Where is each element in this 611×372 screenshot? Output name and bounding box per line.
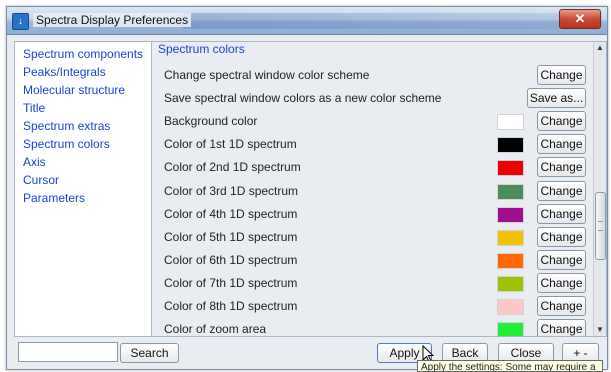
background-window-ghost: [182, 13, 602, 29]
sidebar-item-spectrum-colors[interactable]: Spectrum colors: [23, 135, 151, 153]
section-title: Spectrum colors: [158, 42, 245, 56]
sidebar-item-title[interactable]: Title: [23, 99, 151, 117]
color-swatch: [497, 252, 524, 269]
sidebar-item-axis[interactable]: Axis: [23, 153, 151, 171]
setting-label: Color of zoom area: [164, 322, 267, 337]
setting-row: Color of 3rd 1D spectrum Change: [152, 180, 592, 203]
scroll-thumb[interactable]: [595, 192, 606, 260]
setting-label: Background color: [164, 114, 258, 129]
change-button[interactable]: Change: [537, 296, 586, 316]
scroll-up-icon[interactable]: ▲: [594, 42, 606, 54]
color-swatch: [497, 299, 524, 315]
grip-icon: [598, 221, 603, 231]
color-swatch: [497, 183, 524, 200]
setting-label: Color of 7th 1D spectrum: [164, 275, 298, 290]
setting-label: Change spectral window color scheme: [164, 68, 370, 82]
sidebar-item-cursor[interactable]: Cursor: [23, 171, 151, 189]
search-button[interactable]: Search: [120, 343, 179, 363]
sidebar-item-spectrum-extras[interactable]: Spectrum extras: [23, 117, 151, 135]
change-button[interactable]: Change: [537, 203, 586, 224]
apply-tooltip: Apply the settings: Some may require a: [417, 360, 603, 372]
search-input[interactable]: [18, 342, 118, 362]
preferences-window: ↓ Spectra Display Preferences ✕ Spectrum…: [6, 6, 608, 370]
setting-row: Save spectral window colors as a new col…: [152, 87, 592, 110]
color-swatch: [497, 275, 524, 292]
setting-row: Color of 8th 1D spectrum Change: [152, 295, 592, 318]
color-swatch: [497, 322, 524, 336]
setting-label: Color of 3rd 1D spectrum: [164, 183, 299, 198]
setting-label: Color of 6th 1D spectrum: [164, 252, 298, 267]
change-button[interactable]: Change: [537, 319, 586, 336]
category-list: Spectrum components Peaks/Integrals Molecu…: [14, 41, 152, 337]
color-swatch: [497, 114, 524, 131]
setting-label: Save spectral window colors as a new col…: [164, 91, 442, 106]
setting-row: Color of 2nd 1D spectrum Change: [152, 156, 592, 179]
title-bar[interactable]: ↓ Spectra Display Preferences ✕: [7, 7, 607, 35]
color-swatch: [497, 206, 524, 223]
change-button[interactable]: Change: [537, 226, 586, 247]
close-window-icon[interactable]: ✕: [559, 9, 601, 29]
color-swatch: [497, 160, 524, 177]
setting-row: Color of zoom area Change: [152, 318, 592, 337]
change-button[interactable]: Change: [537, 180, 586, 201]
change-button[interactable]: Change: [537, 249, 586, 270]
color-swatch: [497, 229, 524, 246]
setting-row: Change spectral window color scheme Chang…: [152, 64, 592, 87]
change-button[interactable]: Change: [537, 65, 586, 85]
app-icon: ↓: [12, 13, 29, 30]
sidebar-item-spectrum-components[interactable]: Spectrum components: [23, 45, 151, 63]
setting-label: Color of 4th 1D spectrum: [164, 206, 298, 221]
vertical-scrollbar[interactable]: ▲ ▼: [593, 42, 606, 336]
setting-label: Color of 1st 1D spectrum: [164, 137, 297, 152]
settings-panel: Spectrum colors Change spectral window c…: [151, 41, 607, 337]
sidebar-item-molecular-structure[interactable]: Molecular structure: [23, 81, 151, 99]
color-swatch: [497, 137, 524, 154]
sidebar-item-parameters[interactable]: Parameters: [23, 189, 151, 207]
change-button[interactable]: Change: [537, 157, 586, 178]
setting-row: Color of 6th 1D spectrum Change: [152, 249, 592, 272]
setting-label: Color of 8th 1D spectrum: [164, 299, 298, 313]
change-button[interactable]: Change: [537, 111, 586, 132]
setting-row: Color of 4th 1D spectrum Change: [152, 203, 592, 226]
setting-label: Color of 5th 1D spectrum: [164, 229, 298, 244]
setting-row: Color of 1st 1D spectrum Change: [152, 133, 592, 156]
setting-row: Color of 7th 1D spectrum Change: [152, 272, 592, 295]
change-button[interactable]: Change: [537, 272, 586, 293]
sidebar-item-peaks-integrals[interactable]: Peaks/Integrals: [23, 63, 151, 81]
setting-row: Background color Change: [152, 110, 592, 133]
setting-label: Color of 2nd 1D spectrum: [164, 160, 301, 175]
setting-row: Color of 5th 1D spectrum Change: [152, 226, 592, 249]
save-as-button[interactable]: Save as...: [527, 88, 586, 109]
change-button[interactable]: Change: [537, 134, 586, 155]
window-title: Spectra Display Preferences: [33, 13, 192, 27]
scroll-down-icon[interactable]: ▼: [594, 324, 606, 336]
